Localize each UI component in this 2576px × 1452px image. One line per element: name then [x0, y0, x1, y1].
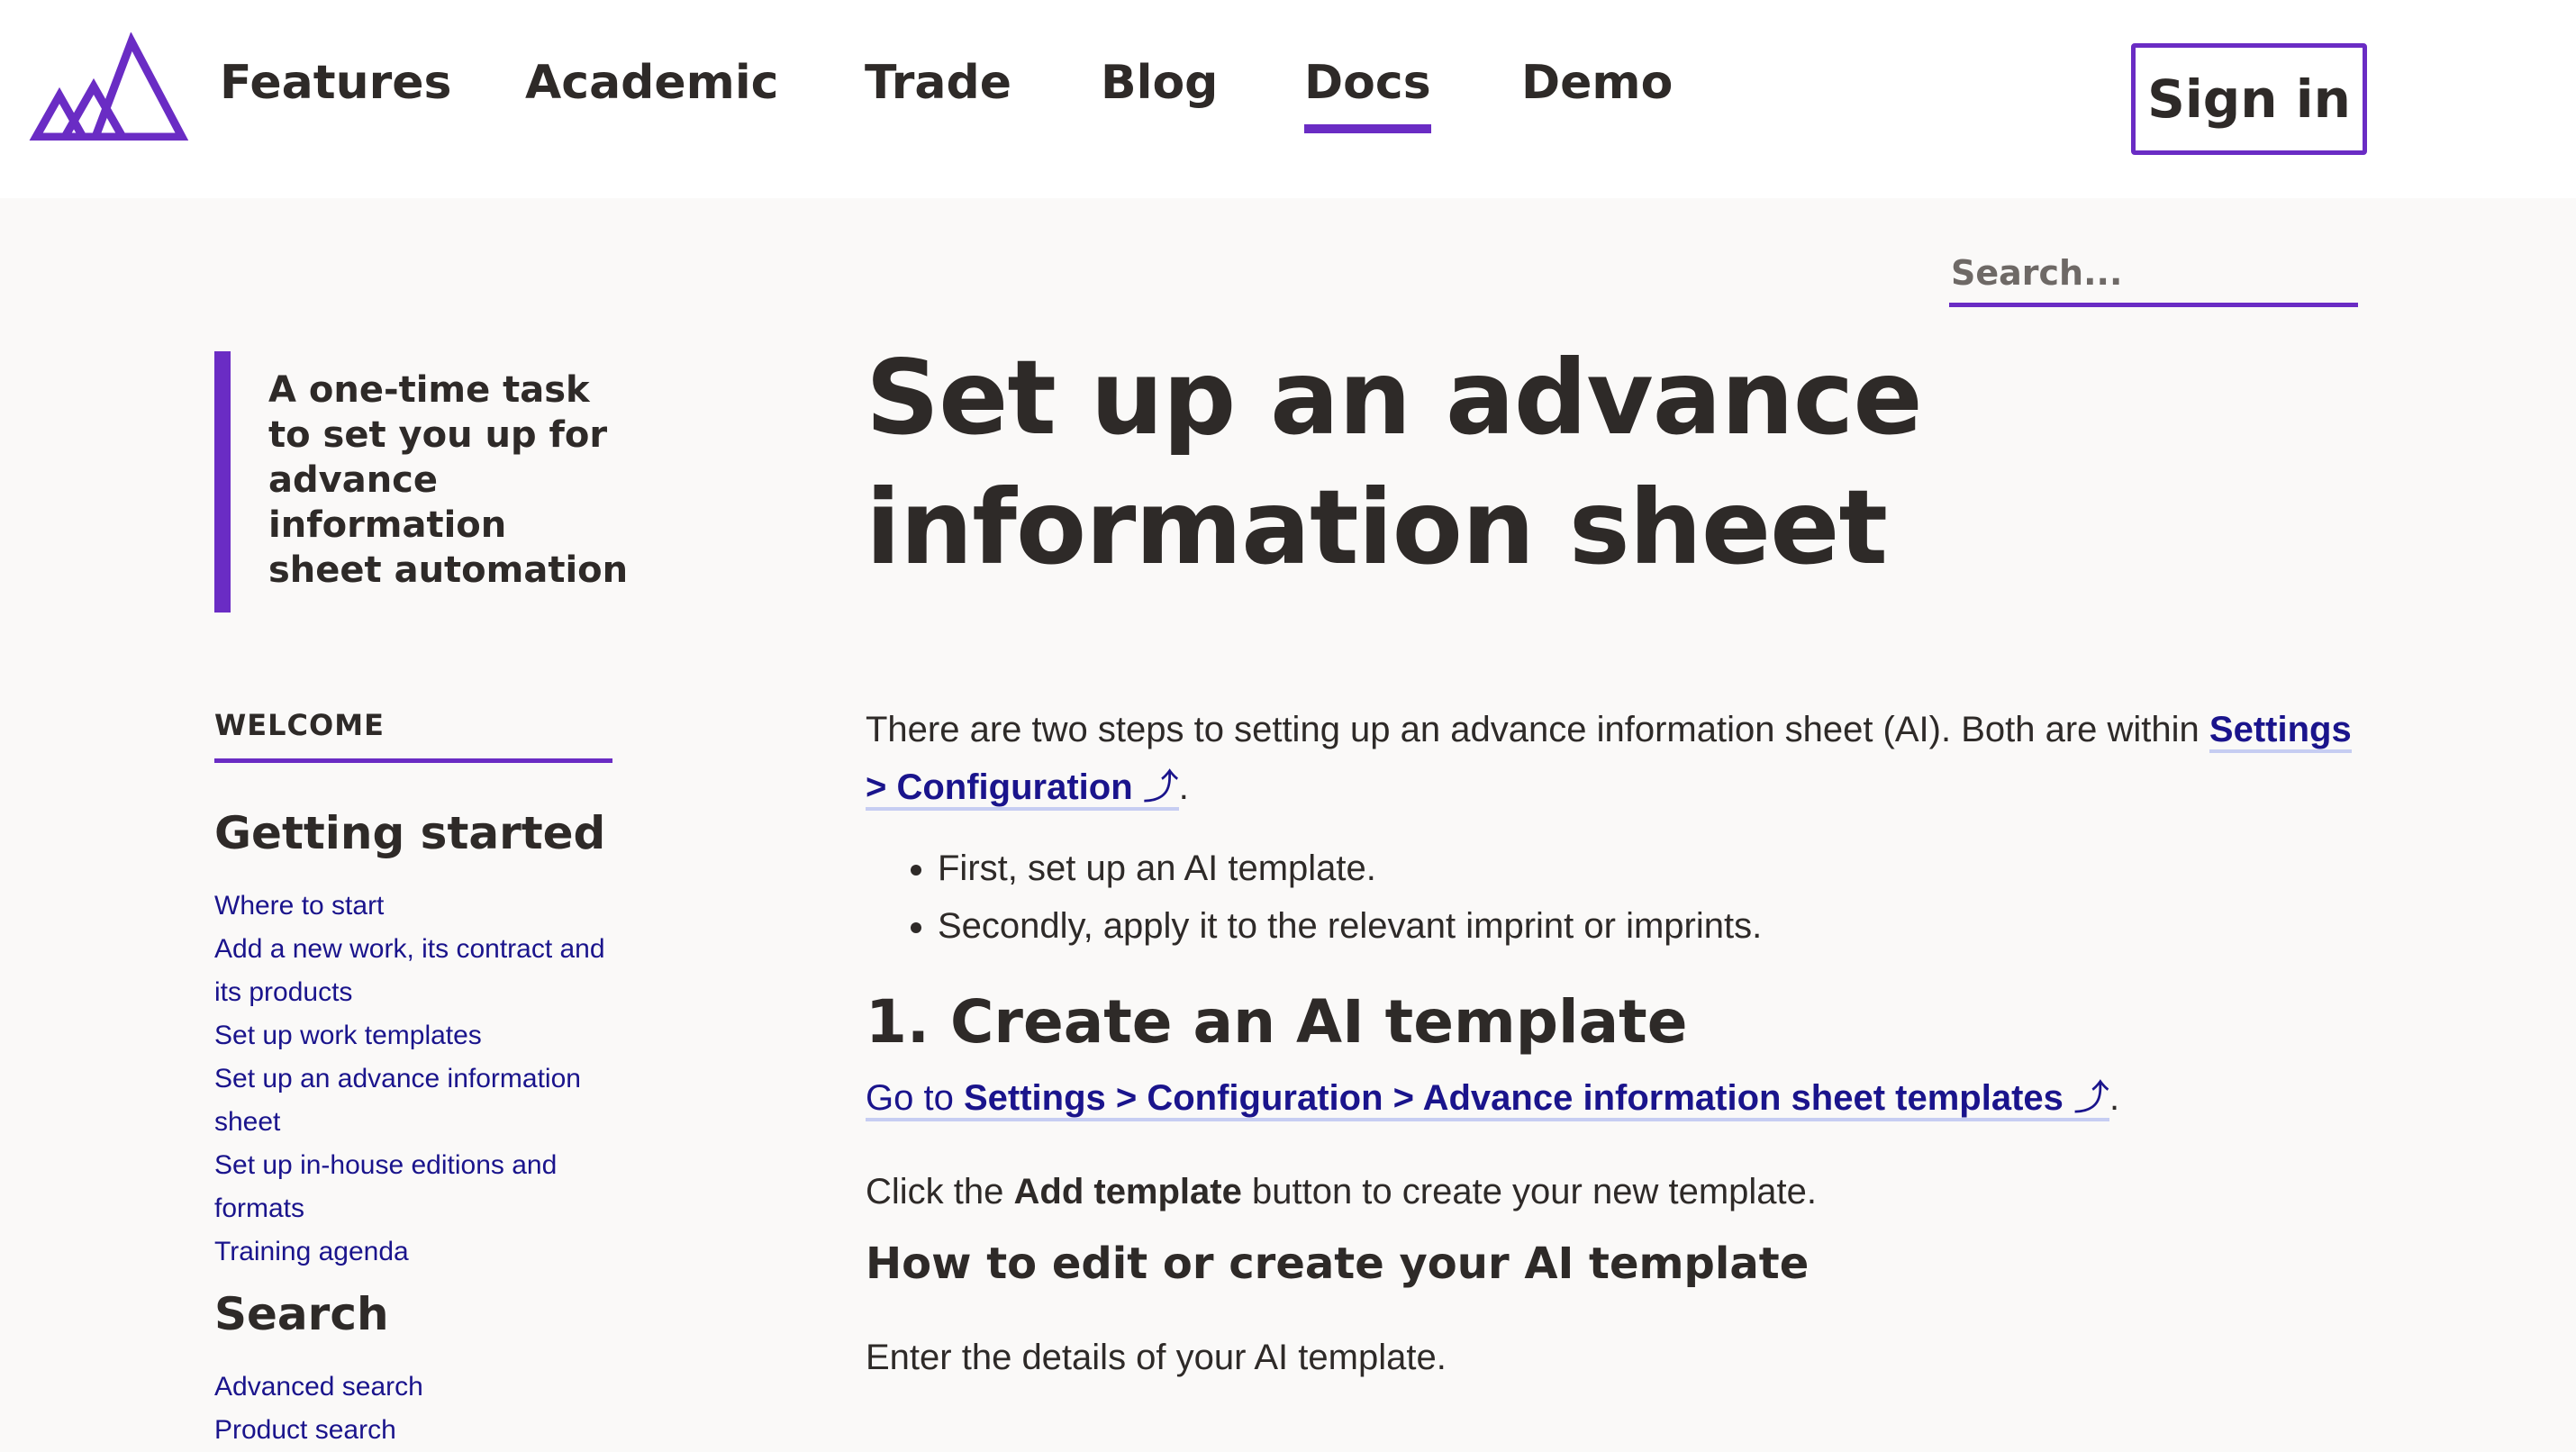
- external-link-icon: ⤴: [1142, 767, 1179, 807]
- main-content: Set up an advance information sheet Ther…: [866, 333, 2361, 1386]
- search-input[interactable]: [1949, 243, 2358, 303]
- click-prefix-text: Click the: [866, 1172, 1014, 1212]
- add-template-paragraph: Click the Add template button to create …: [866, 1163, 2361, 1221]
- sidebar-item: Add a new work, its contract and its pro…: [214, 928, 611, 1014]
- intro-paragraph: There are two steps to setting up an adv…: [866, 701, 2361, 816]
- sidebar-item: Advanced search: [214, 1366, 611, 1409]
- sidebar-item: Set up in-house editions and formats: [214, 1144, 611, 1230]
- external-link-icon: ⤴: [2073, 1078, 2110, 1118]
- ai-templates-link[interactable]: Go to Settings > Configuration > Advance…: [866, 1078, 2110, 1121]
- nav-demo[interactable]: Demo: [1521, 50, 1673, 115]
- sidebar-link-where-to-start[interactable]: Where to start: [214, 891, 384, 921]
- nav-docs[interactable]: Docs: [1304, 50, 1431, 133]
- search-box: [1949, 243, 2358, 307]
- sidebar-link-work-templates[interactable]: Set up work templates: [214, 1021, 482, 1050]
- sidebar-link-product-search[interactable]: Product search: [214, 1415, 396, 1445]
- subheading-edit-template: How to edit or create your AI template: [866, 1239, 1810, 1289]
- list-item: Secondly, apply it to the relevant impri…: [938, 897, 2361, 955]
- goto-paragraph: Go to Settings > Configuration > Advance…: [866, 1069, 2361, 1127]
- nav-trade[interactable]: Trade: [865, 50, 1011, 115]
- nav-features[interactable]: Features: [220, 50, 452, 115]
- sidebar-link-add-new-work[interactable]: Add a new work, its contract and its pro…: [214, 934, 605, 1007]
- mountains-logo-icon[interactable]: [29, 32, 191, 141]
- sidebar-link-advance-info-sheet[interactable]: Set up an advance information sheet: [214, 1064, 581, 1137]
- sidebar-section-label: WELCOME: [214, 708, 612, 763]
- sidebar-item: Product search: [214, 1409, 611, 1452]
- nav-academic[interactable]: Academic: [525, 50, 778, 115]
- site-header: Features Academic Trade Blog Docs Demo S…: [0, 0, 2576, 198]
- page-title: Set up an advance information sheet: [866, 338, 1923, 587]
- sidebar-list-search: Advanced search Product search: [214, 1366, 611, 1452]
- nav-blog[interactable]: Blog: [1101, 50, 1218, 115]
- intro-text: There are two steps to setting up an adv…: [866, 710, 2209, 749]
- sidebar-link-in-house-editions[interactable]: Set up in-house editions and formats: [214, 1150, 557, 1223]
- steps-list: First, set up an AI template. Secondly, …: [866, 839, 2361, 955]
- sidebar-tagline: A one-time task to set you up for advanc…: [214, 351, 629, 613]
- sidebar-heading-getting-started: Getting started: [214, 807, 606, 859]
- add-template-emphasis: Add template: [1013, 1172, 1242, 1212]
- click-suffix-text: button to create your new template.: [1241, 1172, 1818, 1212]
- sidebar-item: Set up work templates: [214, 1014, 611, 1057]
- sign-in-button[interactable]: Sign in: [2131, 43, 2367, 155]
- sidebar-item: Where to start: [214, 885, 611, 928]
- enter-details-paragraph: Enter the details of your AI template.: [866, 1338, 1447, 1377]
- sidebar-item: Set up an advance information sheet: [214, 1057, 611, 1144]
- sidebar-list-getting-started: Where to start Add a new work, its contr…: [214, 885, 611, 1274]
- sidebar-heading-search: Search: [214, 1288, 389, 1340]
- section-heading-create-template: 1. Create an AI template: [866, 987, 1688, 1057]
- list-item: First, set up an AI template.: [938, 839, 2361, 897]
- sidebar-item: Training agenda: [214, 1230, 611, 1274]
- sidebar-link-advanced-search[interactable]: Advanced search: [214, 1372, 423, 1402]
- sidebar-link-training-agenda[interactable]: Training agenda: [214, 1237, 409, 1266]
